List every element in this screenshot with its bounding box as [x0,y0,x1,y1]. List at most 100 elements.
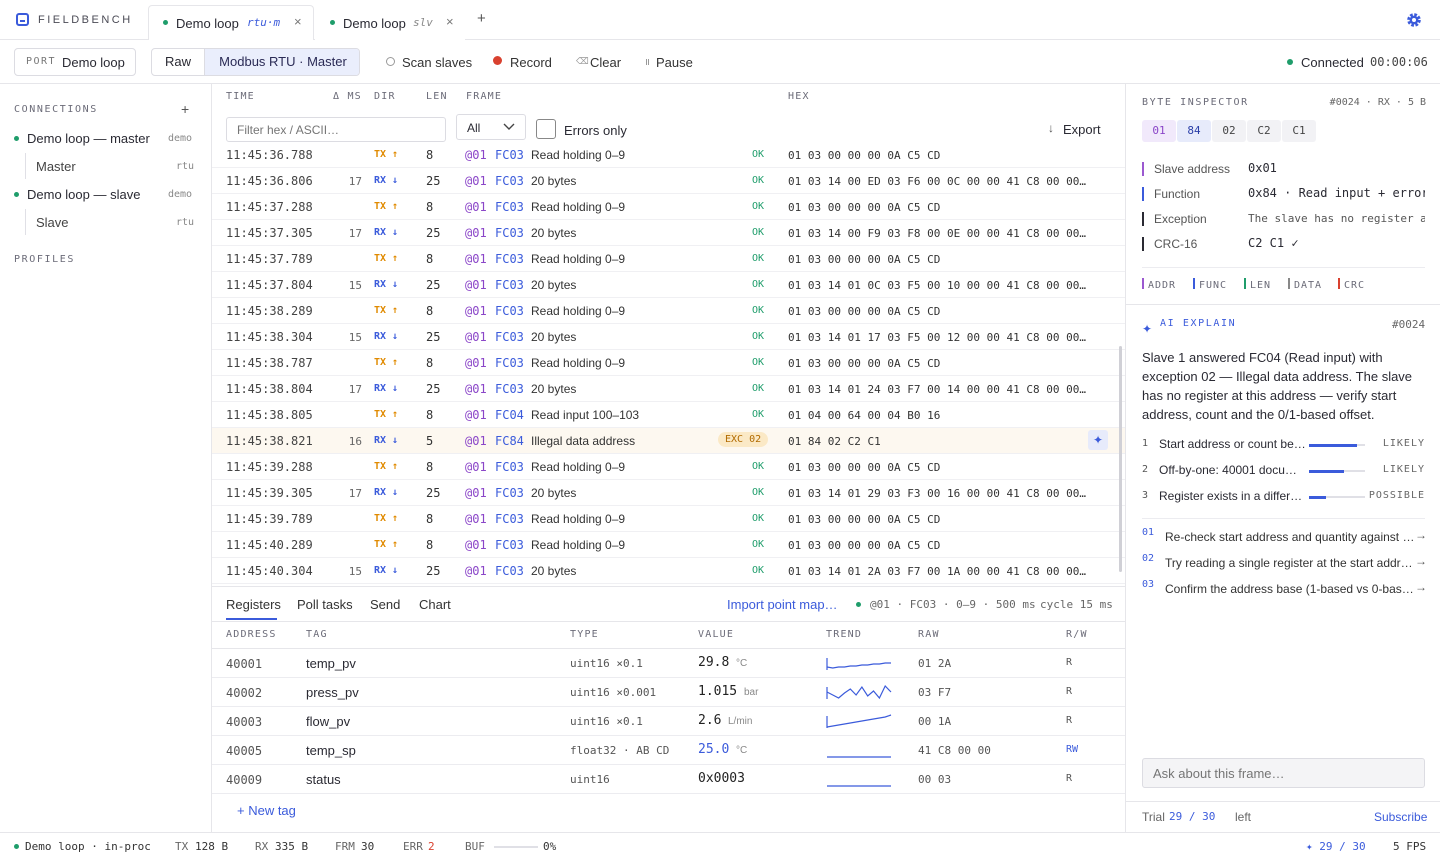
scan-slaves-button[interactable]: Scan slaves [384,40,474,84]
connection-item-master[interactable]: Demo loop — master demo [14,131,197,151]
frame-length: 25 [426,382,441,396]
port-selector[interactable]: PORT Demo loop [14,48,136,76]
suggested-action[interactable]: 02 Try reading a single register at the s… [1142,553,1427,575]
action-text: Try reading a single register at the sta… [1165,556,1415,570]
tab-chart[interactable]: Chart [419,597,451,612]
download-icon: ↓ [1048,121,1054,135]
frame-status: OK [752,539,765,550]
frame-list-scrollbar[interactable] [1119,346,1122,572]
register-row[interactable]: 40003 flow_pv uint16 ×0.1 2.6 L/min 00 1A R [212,707,1125,736]
mode-modbus-button[interactable]: Modbus RTU · Master [205,49,359,75]
suggested-action[interactable]: 01 Re-check start address and quantity ag… [1142,527,1427,549]
tab-poll-tasks[interactable]: Poll tasks [297,597,353,612]
tab-send[interactable]: Send [370,597,400,612]
window-tab-slave[interactable]: Demo loop slv × [315,5,465,40]
subscribe-link[interactable]: Subscribe [1374,810,1427,824]
frame-row[interactable]: 11:45:40.304 15 RX ↓ 25 @01 FC03 20 bytes OK 01 … [212,558,1125,584]
byte-inspector-title: BYTE INSPECTOR [1142,97,1249,108]
tab-registers[interactable]: Registers [226,597,281,612]
frame-function-code: FC03 [495,486,524,500]
status-buf-label: BUF [465,840,485,853]
frame-row[interactable]: 11:45:36.788 TX ↑ 8 @01 FC03 Read holding 0–9… [212,150,1125,168]
frame-time: 11:45:38.821 [226,434,313,448]
suggested-action[interactable]: 03 Confirm the address base (1-based vs 0… [1142,579,1427,601]
frame-direction: TX ↑ [374,461,399,472]
frame-row[interactable]: 11:45:37.288 TX ↑ 8 @01 FC03 Read holding 0–9… [212,194,1125,220]
register-row[interactable]: 40005 temp_sp float32 · AB CD 25.0 °C 41 C8 0… [212,736,1125,765]
trend-line [826,684,892,700]
col-address: ADDRESS [226,629,277,640]
register-value[interactable]: 25.0 [698,742,729,757]
mode-raw-button[interactable]: Raw [152,49,205,75]
frame-filter-select[interactable]: All [456,114,526,140]
trend-sparkline [826,714,892,728]
register-row[interactable]: 40002 press_pv uint16 ×0.001 1.015 bar 03 F7 R [212,678,1125,707]
register-unit: L/min [728,716,753,727]
window-tab-master[interactable]: Demo loop rtu·m × [148,5,314,40]
frame-row[interactable]: 11:45:39.288 TX ↑ 8 @01 FC03 Read holding 0–9… [212,454,1125,480]
likelihood-bar-fill [1309,495,1326,499]
frame-row[interactable]: 11:45:37.305 17 RX ↓ 25 @01 FC03 20 bytes OK 01 … [212,220,1125,246]
clear-button[interactable]: ⌫ Clear [576,40,626,84]
frame-row[interactable]: 11:45:37.789 TX ↑ 8 @01 FC03 Read holding 0–9… [212,246,1125,272]
close-tab-icon[interactable]: × [294,14,302,29]
legend-label: DATA [1294,280,1323,291]
register-row[interactable]: 40001 temp_pv uint16 ×0.1 29.8 °C 01 2A R [212,649,1125,678]
frame-slave-address: @01 [465,486,487,500]
frame-function-code: FC04 [495,408,524,422]
record-icon [493,56,502,65]
likely-cause[interactable]: 2 Off-by-one: 40001 documented vs 0-based… [1142,462,1425,484]
settings-gear-icon[interactable] [1405,11,1423,29]
byte-chip[interactable]: C2 [1247,120,1281,142]
connection-child-slave[interactable]: Slave rtu [25,209,197,235]
close-tab-icon[interactable]: × [446,14,454,29]
export-button[interactable]: ↓ Export [1045,120,1105,140]
byte-chip[interactable]: 84 [1177,120,1211,142]
ask-frame-input[interactable] [1142,758,1425,788]
frame-description: 20 bytes [531,564,577,578]
legend-color-bar [1244,278,1246,289]
connection-child-master[interactable]: Master rtu [25,153,197,179]
frame-row[interactable]: 11:45:36.806 17 RX ↓ 25 @01 FC03 20 bytes OK 01 … [212,168,1125,194]
frame-status: OK [752,513,765,524]
import-point-map-link[interactable]: Import point map… [727,597,838,612]
register-rw: R [1066,715,1073,726]
pause-button[interactable]: Pause [645,40,695,84]
frame-row[interactable]: 11:45:40.289 TX ↑ 8 @01 FC03 Read holding 0–9… [212,532,1125,558]
record-button[interactable]: Record [493,40,555,84]
frame-row[interactable]: 11:45:38.787 TX ↑ 8 @01 FC03 Read holding 0–9… [212,350,1125,376]
trend-line [826,714,892,728]
likely-cause[interactable]: 1 Start address or count beyond the slave… [1142,436,1425,458]
frame-row[interactable]: 11:45:38.289 TX ↑ 8 @01 FC03 Read holding 0–9… [212,298,1125,324]
byte-chip[interactable]: C1 [1282,120,1316,142]
byte-chip[interactable]: 01 [1142,120,1176,142]
buffer-bar [494,846,538,848]
connection-item-slave[interactable]: Demo loop — slave demo [14,187,197,207]
frame-row[interactable]: 11:45:38.805 TX ↑ 8 @01 FC04 Read input 100–1… [212,402,1125,428]
frame-row[interactable]: 11:45:39.305 17 RX ↓ 25 @01 FC03 20 bytes OK 01 … [212,480,1125,506]
likely-cause[interactable]: 3 Register exists in a different table POS… [1142,488,1425,510]
new-tab-button[interactable]: + [477,10,486,27]
field-key: Slave address [1154,162,1231,176]
frame-delta: 15 [348,331,362,344]
frame-row[interactable]: 11:45:38.821 16 RX ↓ 5 @01 FC84 Illegal data a… [212,428,1125,454]
frame-direction: RX ↓ [374,435,399,446]
add-connection-button[interactable]: + [181,101,189,117]
frame-row[interactable]: 11:45:37.804 15 RX ↓ 25 @01 FC03 20 bytes OK 01 … [212,272,1125,298]
frame-row[interactable]: 11:45:38.304 15 RX ↓ 25 @01 FC03 20 bytes OK 01 … [212,324,1125,350]
frame-row[interactable]: 11:45:39.789 TX ↑ 8 @01 FC03 Read holding 0–9… [212,506,1125,532]
frame-row[interactable]: 11:45:38.804 17 RX ↓ 25 @01 FC03 20 bytes OK 01 … [212,376,1125,402]
ai-explain-row-button[interactable]: ✦ [1088,430,1108,450]
cause-text: Off-by-one: 40001 documented vs 0-based [1159,463,1306,477]
registers-panel: Registers Poll tasks Send Chart Import p… [212,586,1125,832]
decoded-field: Function 0x84 · Read input + error [1142,183,1425,205]
hex-filter-input[interactable] [226,117,446,142]
frame-hex: 01 03 00 00 00 0A C5 CD [788,201,941,214]
action-text: Re-check start address and quantity agai… [1165,530,1415,544]
frame-time: 11:45:39.305 [226,486,313,500]
new-tag-button[interactable]: + New tag [237,803,296,818]
register-row[interactable]: 40009 status uint16 0x0003 00 03 R [212,765,1125,794]
frame-length: 8 [426,512,434,526]
byte-chip[interactable]: 02 [1212,120,1246,142]
errors-only-checkbox[interactable] [536,119,556,139]
